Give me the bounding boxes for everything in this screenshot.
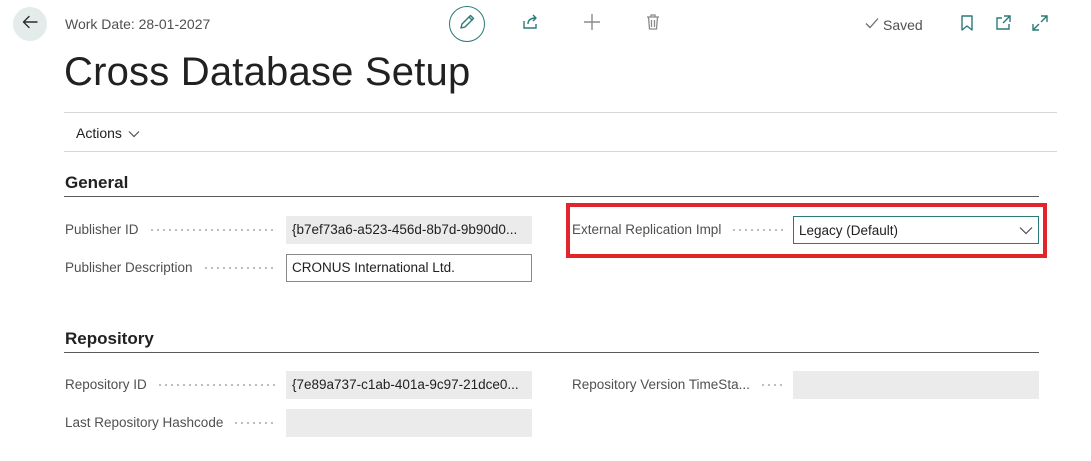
action-bar-top-divider (64, 112, 1057, 113)
chevron-down-icon (128, 125, 140, 141)
publisher-description-label-text: Publisher Description (65, 260, 193, 275)
label-leader-dots (148, 228, 277, 231)
publisher-id-label-text: Publisher ID (65, 222, 139, 237)
publisher-description-label: Publisher Description (65, 260, 283, 275)
general-section-title: General (65, 173, 129, 192)
label-leader-dots (156, 383, 277, 386)
bookmark-icon (959, 14, 975, 37)
checkmark-icon (864, 16, 880, 33)
highlight-box (566, 203, 1047, 258)
repository-id-label: Repository ID (65, 377, 283, 392)
publisher-id-field[interactable]: {b7ef73a6-a523-456d-8b7d-9b90d0... (286, 216, 532, 244)
repository-section-divider (64, 352, 1039, 353)
repository-id-label-text: Repository ID (65, 377, 147, 392)
share-icon (520, 12, 540, 37)
edit-button[interactable] (449, 6, 485, 42)
back-button[interactable] (13, 7, 47, 41)
action-bar-bottom-divider (64, 151, 1057, 152)
repository-section-title: Repository (65, 329, 154, 348)
open-new-window-icon (994, 14, 1012, 37)
pencil-icon (458, 13, 476, 36)
label-leader-dots (759, 383, 784, 386)
label-leader-dots (202, 266, 277, 269)
last-repository-hashcode-field[interactable] (286, 409, 532, 437)
repository-id-field[interactable]: {7e89a737-c1ab-401a-9c97-21dce0... (286, 371, 532, 399)
last-repository-hashcode-label: Last Repository Hashcode (65, 415, 283, 430)
page-title: Cross Database Setup (64, 50, 471, 94)
expand-icon (1031, 14, 1049, 37)
trash-icon (643, 12, 663, 37)
open-new-window-button[interactable] (991, 13, 1015, 37)
back-arrow-icon (21, 13, 39, 36)
repository-version-timestamp-label: Repository Version TimeSta... (572, 377, 790, 392)
actions-menu[interactable]: Actions (76, 125, 140, 141)
bookmark-button[interactable] (955, 13, 979, 37)
repository-version-timestamp-label-text: Repository Version TimeSta... (572, 377, 750, 392)
label-leader-dots (233, 421, 277, 424)
publisher-description-field[interactable]: CRONUS International Ltd. (286, 254, 532, 282)
delete-button[interactable] (641, 12, 665, 36)
work-date: Work Date: 28-01-2027 (65, 16, 211, 32)
plus-icon (582, 12, 602, 37)
new-button[interactable] (580, 12, 604, 36)
saved-status: Saved (864, 16, 923, 33)
publisher-id-label: Publisher ID (65, 222, 283, 237)
last-repository-hashcode-label-text: Last Repository Hashcode (65, 415, 224, 430)
saved-label: Saved (883, 16, 923, 33)
general-section-divider (64, 196, 1039, 197)
share-button[interactable] (518, 12, 542, 36)
actions-label: Actions (76, 125, 122, 141)
expand-button[interactable] (1028, 13, 1052, 37)
repository-version-timestamp-field[interactable] (793, 371, 1039, 399)
